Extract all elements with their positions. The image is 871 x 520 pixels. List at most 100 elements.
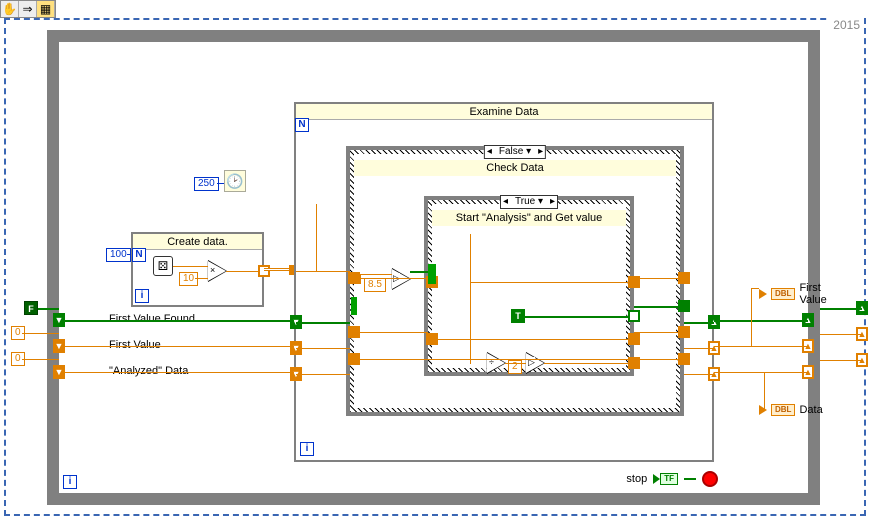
stop-arrow-icon xyxy=(653,474,660,484)
year-tag: 2015 xyxy=(829,18,864,32)
wire xyxy=(684,374,714,375)
while-sr-left-fv[interactable]: ▼ xyxy=(53,339,65,353)
data-label: Data xyxy=(799,404,822,416)
wire xyxy=(714,372,808,373)
wire xyxy=(354,332,428,333)
wire xyxy=(195,278,208,279)
highlight-exec-button[interactable]: ▦ xyxy=(37,1,55,17)
wire xyxy=(820,334,862,335)
wire xyxy=(296,322,350,324)
wire xyxy=(684,322,714,324)
wire xyxy=(296,374,350,375)
dbl-badge: DBL xyxy=(771,404,795,416)
wire xyxy=(354,278,428,279)
dbl-badge: DBL xyxy=(771,288,795,300)
wire xyxy=(470,234,471,364)
examine-title: Examine Data xyxy=(296,104,712,120)
examine-i-terminal[interactable]: i xyxy=(300,442,314,456)
wire xyxy=(217,183,224,184)
stop-label: stop xyxy=(626,473,647,485)
create-data-for-loop[interactable]: Create data. N i ⚄ 10 × xyxy=(131,232,264,307)
start-case-selector[interactable]: True ▾ xyxy=(500,195,558,209)
false-constant[interactable]: F xyxy=(24,301,38,315)
wire xyxy=(714,346,808,347)
wire xyxy=(296,348,350,349)
main-while-loop[interactable]: i 250 Create data. N i ⚄ 10 × 100 Examin… xyxy=(47,30,820,505)
compare-const-85[interactable]: 8.5 xyxy=(364,278,386,292)
create-n-terminal[interactable]: N xyxy=(132,248,146,262)
while-i-terminal[interactable]: i xyxy=(63,475,77,489)
wire xyxy=(684,478,696,480)
pan-tool-button[interactable]: ✋ xyxy=(1,1,19,17)
check-data-case[interactable]: False ▾ Check Data True ▾ Start "Analysi… xyxy=(346,146,684,416)
check-case-inner: False ▾ Check Data True ▾ Start "Analysi… xyxy=(354,154,676,408)
wire xyxy=(59,372,294,373)
label-analyzed-data: "Analyzed" Data xyxy=(109,365,188,377)
wire xyxy=(38,308,59,310)
wire xyxy=(820,308,862,310)
true-constant[interactable]: T xyxy=(511,309,525,323)
create-output-tunnel[interactable] xyxy=(258,265,270,277)
arrow-tool-button[interactable]: ⇒ xyxy=(19,1,37,17)
wire xyxy=(470,282,630,283)
multiply-label: × xyxy=(210,265,215,275)
wire xyxy=(714,320,808,322)
while-sr-left-ad[interactable]: ▼ xyxy=(53,365,65,379)
indicator-arrow-icon xyxy=(759,289,767,299)
label-first-value: First Value xyxy=(109,339,161,351)
create-count-100[interactable]: 100 xyxy=(106,248,131,262)
check-case-title: Check Data xyxy=(354,160,676,176)
wire xyxy=(296,271,350,272)
start-tunnel-2[interactable] xyxy=(628,333,640,345)
examine-n-terminal[interactable]: N xyxy=(295,118,309,132)
wait-ms-constant[interactable]: 250 xyxy=(194,177,219,191)
wire xyxy=(360,274,361,284)
examine-data-for-loop[interactable]: Examine Data N i False ▾ Check Data True… xyxy=(294,102,714,462)
check-case-cond-terminal[interactable] xyxy=(351,297,357,315)
create-i-terminal[interactable]: i xyxy=(135,289,149,303)
start-case-title: Start "Analysis" and Get value xyxy=(432,210,626,226)
wire xyxy=(22,359,59,360)
wire xyxy=(59,346,294,347)
wire xyxy=(634,306,684,308)
wait-ms-timer-icon[interactable] xyxy=(224,170,246,192)
start-case-inner: True ▾ Start "Analysis" and Get value T … xyxy=(432,204,626,368)
stop-tf-box[interactable]: TF xyxy=(660,473,678,485)
first-value-indicator[interactable]: DBL First Value xyxy=(759,282,827,306)
wire xyxy=(505,363,526,364)
wire xyxy=(360,274,392,275)
start-analysis-case[interactable]: True ▾ Start "Analysis" and Get value T … xyxy=(424,196,634,376)
data-indicator[interactable]: DBL Data xyxy=(759,404,823,416)
create-data-title: Create data. xyxy=(133,234,262,250)
while-sr-left-bool[interactable]: ▼ xyxy=(53,313,65,327)
wire xyxy=(634,278,684,279)
wire xyxy=(173,266,208,267)
wire-bool xyxy=(525,316,630,318)
wire xyxy=(820,360,862,361)
stop-terminal-icon[interactable] xyxy=(702,471,718,487)
wire xyxy=(634,332,684,333)
check-case-selector[interactable]: False ▾ xyxy=(484,145,546,159)
label-first-value-found: First Value Found xyxy=(109,313,195,325)
wire xyxy=(59,320,294,322)
wire xyxy=(751,288,759,289)
start-tunnel-bool[interactable] xyxy=(628,310,640,322)
wire xyxy=(22,333,59,334)
wire xyxy=(432,339,630,340)
stop-area: stop TF xyxy=(626,471,718,487)
mult-constant-10[interactable]: 10 xyxy=(179,272,198,286)
wire xyxy=(684,348,714,349)
wire xyxy=(316,204,317,272)
check-right-tunnel-3[interactable] xyxy=(678,353,690,365)
indicator-arrow-icon xyxy=(759,405,767,415)
wire-bool xyxy=(410,271,428,273)
random-number-node[interactable]: ⚄ xyxy=(153,256,173,276)
wire xyxy=(544,363,630,364)
wire xyxy=(127,254,131,255)
start-case-cond-terminal[interactable] xyxy=(428,264,436,284)
start-left-tunnel-2[interactable] xyxy=(426,333,438,345)
toolbar: ✋ ⇒ ▦ xyxy=(0,0,56,18)
first-value-label: First Value xyxy=(799,282,826,306)
wire xyxy=(354,359,684,360)
wire xyxy=(751,288,752,346)
